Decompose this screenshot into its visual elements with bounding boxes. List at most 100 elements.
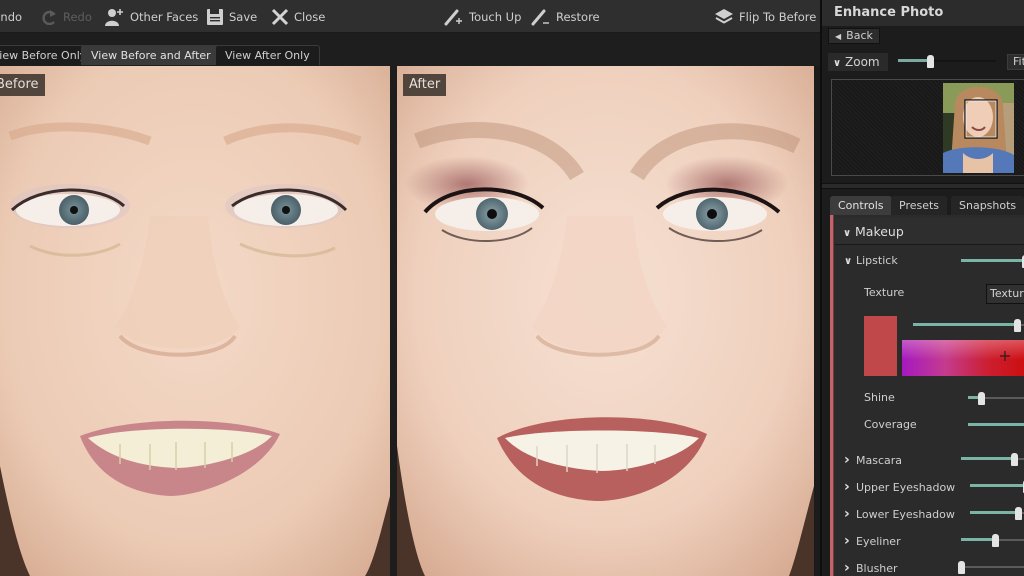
thumbnail-image [943, 83, 1014, 173]
restore-button[interactable]: Restore [531, 6, 600, 28]
redo-label: Redo [63, 10, 92, 24]
makeup-item-slider[interactable] [961, 453, 1024, 466]
tab-label: Controls [838, 199, 884, 212]
lipstick-toggle[interactable]: ∨ Lipstick [844, 254, 898, 267]
after-photo[interactable]: After [397, 66, 814, 576]
color-picker-crosshair-icon[interactable] [1000, 351, 1010, 361]
slider-knob[interactable] [992, 534, 999, 547]
touch-up-brush-icon [444, 9, 462, 26]
slider-fill [898, 59, 930, 62]
slider-knob[interactable] [1011, 453, 1018, 466]
fit-button[interactable]: Fit [1007, 54, 1024, 70]
makeup-label: Makeup [855, 224, 904, 239]
close-button[interactable]: Close [271, 6, 325, 28]
chevron-right-icon: › [844, 533, 850, 549]
other-faces-label: Other Faces [130, 10, 199, 24]
redo-button[interactable]: Redo [40, 6, 92, 28]
section-accent-bar [830, 215, 834, 576]
slider-knob[interactable] [978, 392, 985, 405]
lipstick-color-swatch[interactable] [864, 316, 897, 376]
before-photo[interactable]: Before [0, 66, 390, 576]
before-face-image [0, 66, 390, 576]
shine-slider[interactable] [968, 392, 1024, 405]
close-icon [271, 8, 289, 26]
controls-pane: ∨Makeup ∨Lipstick Texture Texture Shine … [830, 215, 1024, 576]
other-faces-button[interactable]: Other Faces [105, 6, 198, 28]
makeup-item-blusher[interactable]: › Blusher [844, 560, 898, 576]
save-button[interactable]: Save [206, 6, 257, 28]
add-person-icon [105, 9, 123, 26]
tab-view-after-only[interactable]: View After Only [215, 45, 320, 65]
undo-label: Undo [0, 10, 23, 24]
zoom-toggle[interactable]: ∨ Zoom [828, 53, 888, 71]
touch-up-label: Touch Up [469, 10, 522, 24]
chevron-down-icon: ∨ [843, 228, 852, 239]
before-label: Before [0, 74, 45, 96]
makeup-item-eyeliner[interactable]: › Eyeliner [844, 533, 901, 549]
slider-fill [970, 511, 1018, 514]
texture-dropdown[interactable]: Texture [986, 284, 1024, 304]
item-label: Blusher [856, 562, 898, 575]
makeup-item-slider[interactable] [961, 534, 1024, 547]
restore-brush-icon [531, 9, 549, 26]
lipstick-color-intensity-slider[interactable] [913, 319, 1024, 332]
tab-label: View After Only [225, 49, 310, 62]
makeup-item-slider[interactable] [970, 480, 1024, 493]
touch-up-button[interactable]: Touch Up [444, 6, 521, 28]
flip-label: Flip To Before [739, 10, 817, 24]
close-label: Close [294, 10, 326, 24]
tab-view-before-and-after[interactable]: View Before and After [81, 45, 221, 65]
makeup-section-header[interactable]: ∨ Makeup [835, 218, 1024, 245]
tab-controls[interactable]: Controls [830, 196, 892, 215]
after-face-image [397, 66, 814, 576]
chevron-down-icon: ∨ [844, 256, 853, 267]
back-button[interactable]: ◀ Back [828, 28, 880, 44]
main-toolbar: Undo Redo Other Faces Save Close Touch U… [0, 0, 820, 33]
restore-label: Restore [556, 10, 600, 24]
item-label: Mascara [856, 454, 903, 467]
coverage-label: Coverage [864, 418, 917, 431]
slider-knob[interactable] [1014, 319, 1021, 332]
color-picker-gradient[interactable] [902, 340, 1024, 376]
slider-fill [961, 259, 1024, 262]
slider-fill [970, 484, 1024, 487]
item-label: Eyeliner [856, 535, 901, 548]
slider-fill [968, 423, 1024, 426]
back-label: Back [846, 29, 873, 42]
slider-knob[interactable] [958, 561, 965, 574]
redo-icon [42, 10, 56, 25]
after-label: After [403, 74, 447, 96]
navigator-preview[interactable] [831, 79, 1024, 176]
tab-label: Snapshots [959, 199, 1017, 212]
save-icon [207, 9, 223, 25]
tab-label: View Before Only [0, 49, 87, 62]
chevron-right-icon: › [844, 479, 850, 495]
zoom-label: Zoom [845, 55, 880, 69]
enhance-panel: Enhance Photo ◀ Back ∨ Zoom Fit Controls… [820, 0, 1024, 576]
makeup-item-slider[interactable] [958, 561, 1024, 574]
item-label: Upper Eyeshadow [856, 481, 956, 494]
coverage-slider[interactable] [968, 419, 1024, 431]
layers-icon [715, 9, 733, 24]
view-mode-tabs: View Before Only View Before and After V… [0, 33, 820, 66]
slider-knob[interactable] [927, 55, 934, 68]
makeup-item-slider[interactable] [970, 507, 1024, 520]
makeup-item-upper-eyeshadow[interactable]: › Upper Eyeshadow [844, 479, 955, 495]
slider-knob[interactable] [1015, 507, 1022, 520]
slider-fill [961, 457, 1014, 460]
slider-track [961, 566, 1024, 568]
zoom-slider[interactable] [898, 55, 996, 69]
lipstick-amount-slider[interactable] [961, 255, 1024, 268]
back-arrow-icon: ◀ [835, 32, 842, 41]
chevron-down-icon: ∨ [833, 58, 842, 69]
chevron-right-icon: › [844, 452, 850, 468]
tab-presets[interactable]: Presets [891, 196, 948, 215]
makeup-item-lower-eyeshadow[interactable]: › Lower Eyeshadow [844, 506, 955, 522]
split-divider[interactable] [390, 66, 397, 576]
panel-separator [822, 183, 1024, 189]
texture-label: Texture [864, 286, 905, 299]
tab-snapshots[interactable]: Snapshots [951, 196, 1024, 215]
undo-button[interactable]: Undo [0, 6, 22, 28]
flip-to-before-button[interactable]: Flip To Before [714, 6, 816, 28]
makeup-item-mascara[interactable]: › Mascara [844, 452, 902, 468]
